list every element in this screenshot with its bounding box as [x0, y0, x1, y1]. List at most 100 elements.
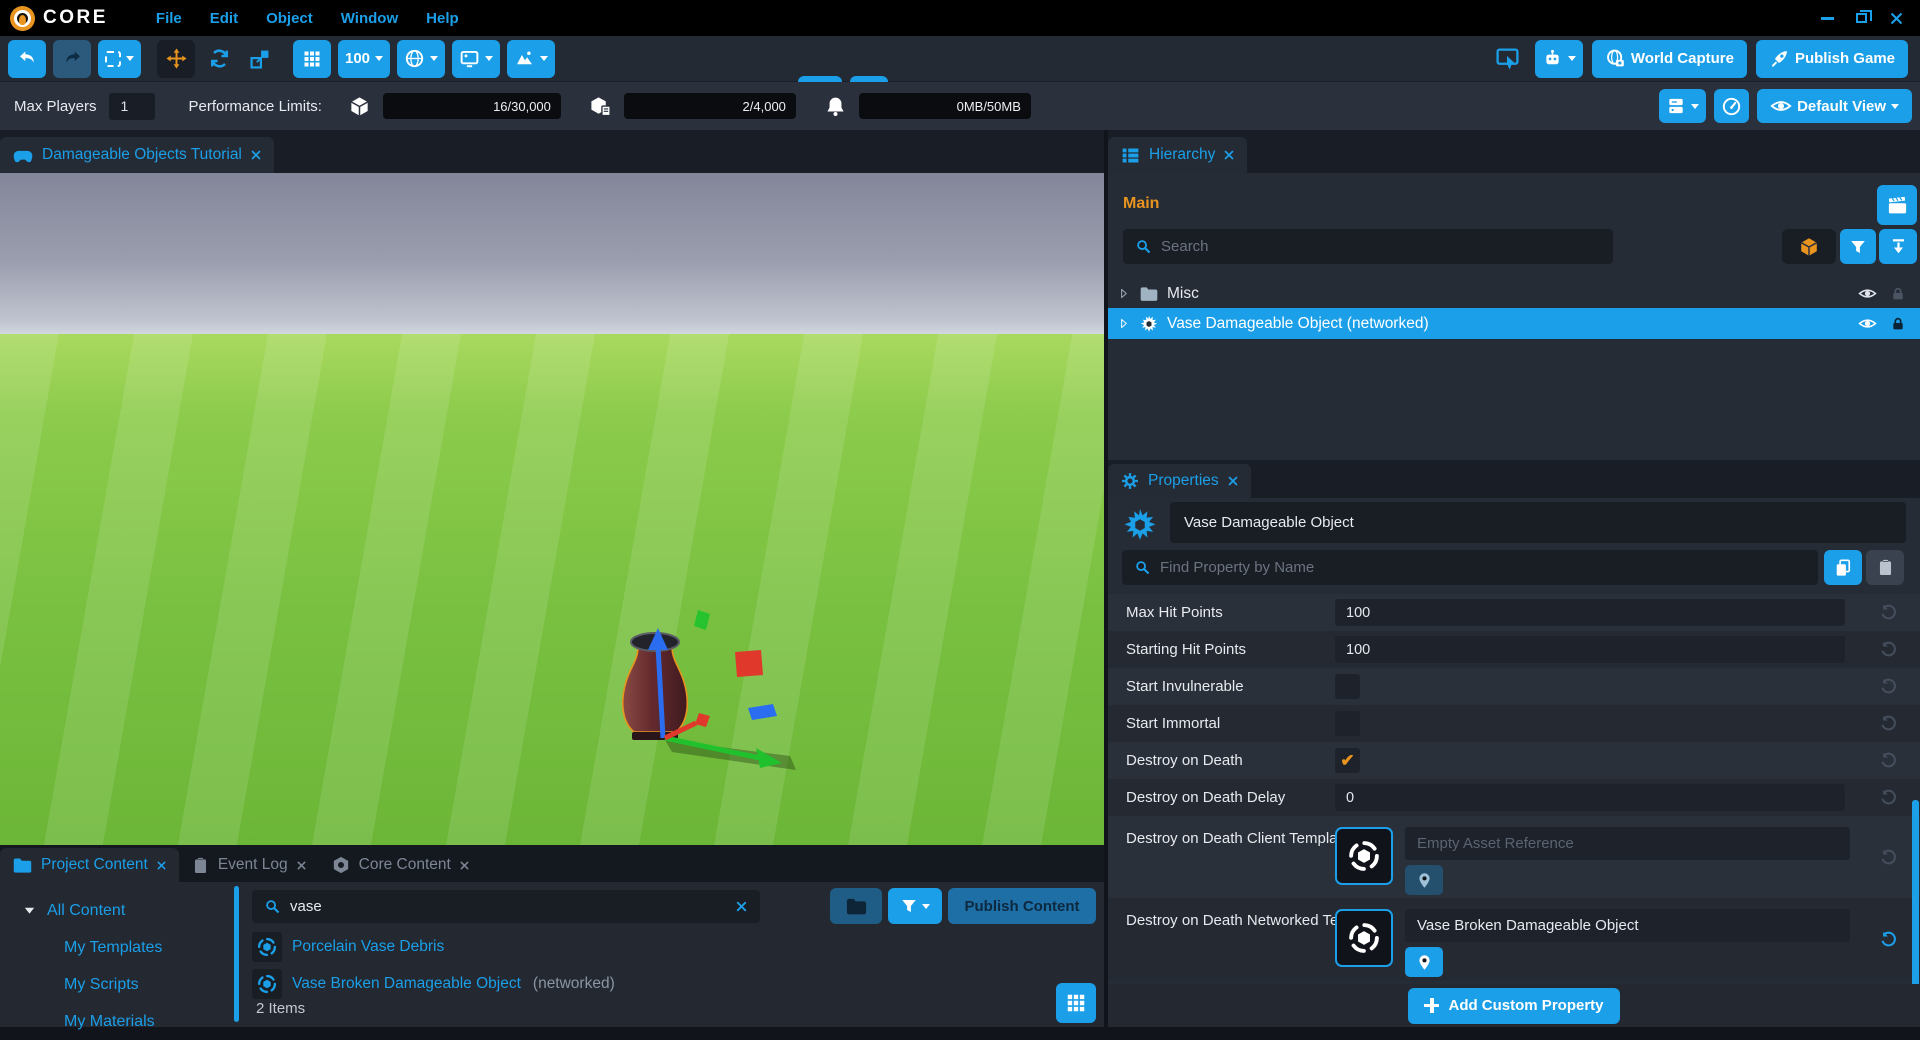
rotate-tool-button[interactable]	[202, 40, 236, 78]
import-button[interactable]	[1879, 229, 1917, 264]
undo-button[interactable]	[8, 40, 46, 78]
copy-properties-button[interactable]	[1824, 550, 1862, 585]
max-hit-points-input[interactable]	[1335, 599, 1845, 626]
gizmo-red-cube-handle[interactable]	[735, 650, 763, 677]
lock-icon[interactable]	[1890, 286, 1906, 302]
menu-object[interactable]: Object	[266, 10, 313, 27]
tree-scrollbar[interactable]	[234, 886, 239, 1022]
expand-icon[interactable]	[1116, 316, 1131, 331]
property-search-input[interactable]	[1160, 559, 1806, 576]
list-item[interactable]: Vase Broken Damageable Object (networked…	[252, 965, 615, 1002]
hierarchy-row-misc[interactable]: Misc	[1108, 279, 1920, 308]
selection-mode-dropdown[interactable]	[98, 40, 141, 78]
clear-search-icon[interactable]	[735, 900, 748, 913]
scale-tool-button[interactable]	[243, 40, 277, 78]
screen-cursor-icon[interactable]	[1495, 46, 1520, 71]
redo-button[interactable]	[53, 40, 91, 78]
tab-event-log[interactable]: Event Log	[179, 848, 319, 882]
object-name-input[interactable]	[1170, 502, 1906, 543]
viewport-canvas[interactable]	[0, 173, 1104, 845]
publish-content-button[interactable]: Publish Content	[948, 888, 1096, 924]
menu-window[interactable]: Window	[341, 10, 398, 27]
menu-edit[interactable]: Edit	[210, 10, 238, 27]
networked-template-slot[interactable]	[1335, 909, 1393, 967]
gizmo-green-handle[interactable]	[694, 610, 710, 630]
content-search[interactable]	[252, 890, 760, 923]
visibility-eye-icon[interactable]	[1858, 284, 1877, 303]
show-objects-button[interactable]	[1782, 229, 1836, 264]
screen-tools-dropdown[interactable]	[452, 40, 500, 78]
close-icon[interactable]	[156, 860, 167, 871]
performance-view-button[interactable]	[1714, 89, 1749, 123]
restore-button[interactable]	[1856, 13, 1867, 23]
close-icon[interactable]	[1227, 475, 1239, 487]
new-folder-button[interactable]	[830, 888, 882, 924]
grid-snap-button[interactable]	[293, 40, 331, 78]
add-custom-property-button[interactable]: Add Custom Property	[1408, 988, 1619, 1024]
reset-icon[interactable]	[1879, 848, 1898, 867]
start-immortal-checkbox[interactable]	[1335, 711, 1360, 736]
hierarchy-search[interactable]	[1123, 229, 1613, 264]
menu-file[interactable]: File	[156, 10, 182, 27]
start-invulnerable-checkbox[interactable]	[1335, 674, 1360, 699]
tree-item-my-materials[interactable]: My Materials	[0, 1003, 232, 1040]
tab-core-content[interactable]: Core Content	[319, 848, 482, 882]
terrain-tools-dropdown[interactable]	[507, 40, 555, 78]
save-view-dropdown[interactable]	[1659, 89, 1706, 123]
reset-icon[interactable]	[1879, 788, 1898, 807]
properties-scrollbar[interactable]	[1912, 800, 1919, 990]
client-template-find-button[interactable]	[1405, 865, 1443, 895]
preview-mode-dropdown[interactable]	[1535, 40, 1583, 78]
close-button[interactable]	[1889, 11, 1904, 26]
visibility-eye-icon[interactable]	[1858, 314, 1877, 333]
reset-icon[interactable]	[1879, 603, 1898, 622]
destroy-on-death-checkbox[interactable]: ✔	[1335, 748, 1360, 773]
list-item[interactable]: Porcelain Vase Debris	[252, 928, 615, 965]
lock-icon[interactable]	[1890, 316, 1906, 332]
client-template-slot[interactable]	[1335, 827, 1393, 885]
networked-template-value[interactable]: Vase Broken Damageable Object	[1405, 909, 1850, 942]
scene-capture-button[interactable]	[1877, 185, 1917, 225]
destroy-on-death-delay-input[interactable]	[1335, 784, 1845, 811]
reset-icon[interactable]	[1879, 640, 1898, 659]
content-search-input[interactable]	[290, 898, 726, 915]
vase-object[interactable]	[560, 590, 860, 790]
tree-item-my-templates[interactable]: My Templates	[0, 929, 232, 966]
reset-icon[interactable]	[1879, 751, 1898, 770]
property-search[interactable]	[1122, 550, 1818, 585]
world-tools-dropdown[interactable]	[397, 40, 445, 78]
grid-size-dropdown[interactable]: 100	[338, 40, 390, 78]
close-icon[interactable]	[1223, 149, 1235, 161]
reset-icon[interactable]	[1879, 677, 1898, 696]
core-logo-icon	[10, 6, 35, 31]
client-template-value[interactable]: Empty Asset Reference	[1405, 827, 1850, 860]
minimize-button[interactable]	[1821, 17, 1834, 20]
world-capture-button[interactable]: World Capture	[1592, 40, 1747, 78]
menu-help[interactable]: Help	[426, 10, 459, 27]
reset-icon[interactable]	[1879, 714, 1898, 733]
max-players-input[interactable]	[109, 93, 155, 120]
hierarchy-filter-button[interactable]	[1840, 229, 1876, 264]
tab-hierarchy[interactable]: Hierarchy	[1108, 137, 1247, 173]
tree-item-my-scripts[interactable]: My Scripts	[0, 966, 232, 1003]
move-tool-button[interactable]	[157, 40, 195, 78]
tab-project-content[interactable]: Project Content	[0, 848, 179, 882]
close-icon[interactable]	[296, 860, 307, 871]
content-filter-dropdown[interactable]	[888, 888, 942, 924]
tab-viewport[interactable]: Damageable Objects Tutorial	[0, 137, 274, 173]
grid-view-button[interactable]	[1056, 983, 1096, 1023]
reset-icon[interactable]	[1879, 930, 1898, 949]
tree-item-all-content[interactable]: All Content	[0, 892, 232, 929]
hierarchy-row-vase-damageable-object[interactable]: Vase Damageable Object (networked)	[1108, 308, 1920, 339]
tab-properties[interactable]: Properties	[1108, 464, 1251, 498]
close-icon[interactable]	[459, 860, 470, 871]
publish-game-button[interactable]: Publish Game	[1756, 40, 1908, 78]
paste-properties-button[interactable]	[1866, 550, 1904, 585]
gizmo-blue-handle[interactable]	[748, 704, 777, 720]
expand-icon[interactable]	[1116, 286, 1131, 301]
default-view-dropdown[interactable]: Default View	[1757, 89, 1912, 123]
close-icon[interactable]	[250, 149, 262, 161]
starting-hit-points-input[interactable]	[1335, 636, 1845, 663]
networked-template-find-button[interactable]	[1405, 947, 1443, 977]
hierarchy-search-input[interactable]	[1161, 238, 1601, 255]
